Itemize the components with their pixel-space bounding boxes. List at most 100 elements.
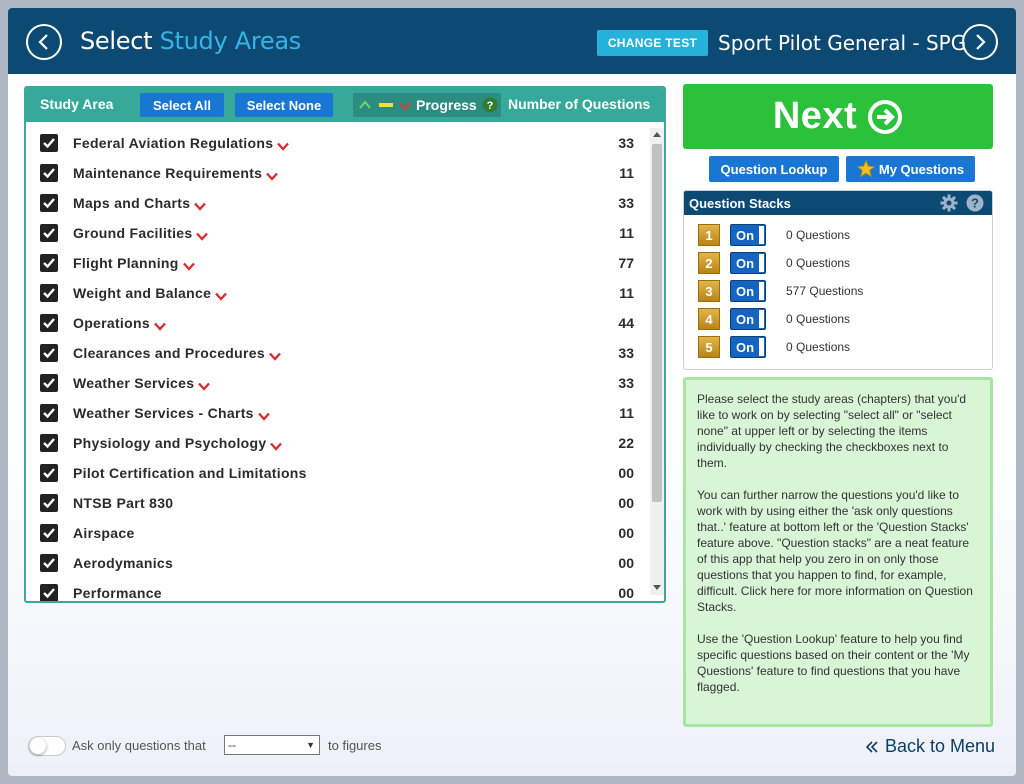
test-name: Sport Pilot General - SPG (718, 31, 967, 55)
list-scrollbar[interactable] (650, 128, 664, 595)
ask-only-toggle[interactable] (28, 736, 66, 756)
checkbox-checked-icon[interactable] (40, 194, 58, 212)
study-area-label: Physiology and Psychology (73, 435, 267, 451)
progress-header[interactable]: Progress ? (353, 93, 501, 117)
chevron-down-icon[interactable] (258, 408, 270, 426)
question-count: 11 (619, 165, 634, 181)
checkbox-checked-icon[interactable] (40, 344, 58, 362)
study-area-row[interactable]: Maintenance Requirements 11 (26, 158, 650, 188)
study-area-row[interactable]: Airspace 00 (26, 518, 650, 548)
checkbox-checked-icon[interactable] (40, 524, 58, 542)
study-area-label: Performance (73, 585, 162, 601)
toggle-knob (30, 738, 46, 754)
study-area-row[interactable]: Physiology and Psychology 22 (26, 428, 650, 458)
study-area-row[interactable]: Aerodymanics 00 (26, 548, 650, 578)
select-none-button[interactable]: Select None (235, 93, 333, 117)
study-area-label: Maintenance Requirements (73, 165, 263, 181)
question-stack-row: 1 On 0 Questions (698, 223, 978, 247)
study-area-row[interactable]: Flight Planning 77 (26, 248, 650, 278)
number-of-questions-column-label: Number of Questions (508, 96, 651, 112)
forward-button[interactable] (962, 24, 998, 60)
help-icon[interactable]: ? (482, 97, 498, 113)
study-area-label: Federal Aviation Regulations (73, 135, 274, 151)
study-area-label: Weather Services - Charts (73, 405, 254, 421)
study-area-label: Weight and Balance (73, 285, 212, 301)
study-area-row[interactable]: Weather Services - Charts 11 (26, 398, 650, 428)
study-area-panel: Study Area Select All Select None Progre… (24, 86, 666, 603)
question-stacks-help-icon[interactable]: ? (966, 194, 984, 212)
stack-toggle[interactable]: On (730, 280, 766, 302)
chevron-down-icon[interactable] (277, 138, 289, 156)
study-area-row[interactable]: Ground Facilities 11 (26, 218, 650, 248)
study-area-row[interactable]: Clearances and Procedures 33 (26, 338, 650, 368)
checkbox-checked-icon[interactable] (40, 254, 58, 272)
chevron-down-icon[interactable] (196, 228, 208, 246)
question-count: 00 (618, 585, 634, 601)
checkbox-checked-icon[interactable] (40, 164, 58, 182)
stack-toggle[interactable]: On (730, 252, 766, 274)
gear-icon[interactable] (940, 194, 958, 212)
scroll-down-arrow[interactable] (653, 585, 661, 590)
progress-mid-icon (379, 103, 393, 107)
study-area-row[interactable]: Performance 00 (26, 578, 650, 601)
question-stack-row: 2 On 0 Questions (698, 251, 978, 275)
checkbox-checked-icon[interactable] (40, 464, 58, 482)
select-all-button[interactable]: Select All (140, 93, 224, 117)
scroll-thumb[interactable] (652, 144, 662, 502)
checkbox-checked-icon[interactable] (40, 224, 58, 242)
chevron-down-icon[interactable] (194, 198, 206, 216)
chevron-down-icon[interactable] (183, 258, 195, 276)
study-area-row[interactable]: Federal Aviation Regulations 33 (26, 128, 650, 158)
next-button[interactable]: Next (683, 84, 993, 149)
my-questions-button[interactable]: My Questions (846, 156, 975, 182)
stack-question-count: 577 Questions (786, 284, 864, 298)
study-area-row[interactable]: Weather Services 33 (26, 368, 650, 398)
instructions-paragraph-2[interactable]: You can further narrow the questions you… (697, 487, 979, 615)
checkbox-checked-icon[interactable] (40, 314, 58, 332)
study-area-row[interactable]: Maps and Charts 33 (26, 188, 650, 218)
study-area-row[interactable]: Operations 44 (26, 308, 650, 338)
checkbox-checked-icon[interactable] (40, 374, 58, 392)
chevron-down-icon[interactable] (215, 288, 227, 306)
chevron-down-icon[interactable] (154, 318, 166, 336)
question-lookup-button[interactable]: Question Lookup (709, 156, 839, 182)
next-button-label: Next (772, 95, 858, 137)
checkbox-checked-icon[interactable] (40, 584, 58, 601)
question-count: 11 (619, 285, 634, 301)
double-chevron-left-icon (865, 741, 878, 753)
study-area-label: Flight Planning (73, 255, 179, 271)
ask-only-select[interactable]: -- ▼ (224, 735, 320, 755)
stack-toggle-label: On (736, 228, 755, 243)
question-count: 00 (618, 555, 634, 571)
stack-number-badge: 2 (698, 252, 720, 274)
progress-column-label: Progress (416, 97, 477, 113)
study-area-row[interactable]: NTSB Part 830 00 (26, 488, 650, 518)
stack-toggle[interactable]: On (730, 336, 766, 358)
checkbox-checked-icon[interactable] (40, 134, 58, 152)
scroll-up-arrow[interactable] (653, 132, 661, 137)
page-title: Select Study Areas (80, 27, 301, 55)
chevron-down-icon[interactable] (266, 168, 278, 186)
study-area-label: Aerodymanics (73, 555, 174, 571)
study-area-label: Ground Facilities (73, 225, 193, 241)
checkbox-checked-icon[interactable] (40, 404, 58, 422)
question-stacks-panel: Question Stacks ? 1 On 0 Questions 2 On 0 Que… (683, 190, 993, 370)
question-stack-row: 5 On 0 Questions (698, 335, 978, 359)
stack-toggle[interactable]: On (730, 224, 766, 246)
question-count: 33 (618, 195, 634, 211)
checkbox-checked-icon[interactable] (40, 494, 58, 512)
chevron-down-icon[interactable] (198, 378, 210, 396)
study-area-row[interactable]: Weight and Balance 11 (26, 278, 650, 308)
chevron-down-icon[interactable] (270, 438, 282, 456)
study-area-row[interactable]: Pilot Certification and Limitations 00 (26, 458, 650, 488)
back-to-menu-link[interactable]: Back to Menu (865, 736, 995, 757)
chevron-down-icon[interactable] (269, 348, 281, 366)
checkbox-checked-icon[interactable] (40, 284, 58, 302)
stack-toggle[interactable]: On (730, 308, 766, 330)
forward-arrow-icon (976, 34, 986, 50)
study-area-header: Study Area Select All Select None Progre… (26, 88, 664, 122)
checkbox-checked-icon[interactable] (40, 434, 58, 452)
back-button[interactable] (26, 24, 62, 60)
checkbox-checked-icon[interactable] (40, 554, 58, 572)
change-test-button[interactable]: CHANGE TEST (597, 30, 708, 56)
